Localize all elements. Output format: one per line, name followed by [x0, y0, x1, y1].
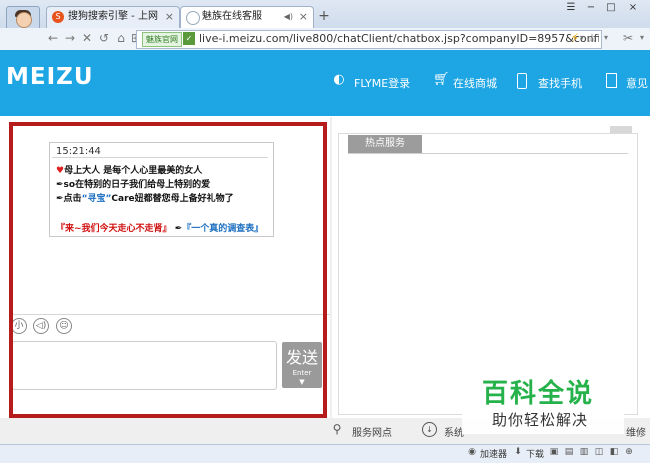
download-icon: ↓	[422, 422, 437, 437]
message-line-2: ✒so在特别的日子我们给母上特别的爱	[56, 180, 211, 190]
tab-sogou-search[interactable]: S 搜狗搜索引擎 - 上网从搜狗 ×	[46, 6, 180, 28]
secure-site-icon: ✓	[183, 32, 195, 45]
message-timestamp: 15:21:44	[56, 146, 101, 157]
heartfelt-link[interactable]: 『来~我们今天走心不走肾』	[56, 224, 172, 234]
emoji-icon[interactable]: ☺	[56, 318, 72, 334]
message-divider	[52, 157, 268, 158]
status-tool-icon-1[interactable]: ▣	[548, 446, 560, 458]
watermark-title: 百科全说	[482, 379, 595, 409]
status-tool-icon-3[interactable]: ▥	[578, 446, 590, 458]
tab-hot-services[interactable]: 热点服务	[348, 135, 422, 153]
send-button[interactable]: 发送 Enter ▼	[282, 342, 322, 388]
zoom-icon[interactable]: ⊕	[623, 446, 635, 458]
tab-meizu-chat[interactable]: 魅族在线客服 ◀) ×	[180, 6, 314, 28]
status-tool-icon-4[interactable]: ◫	[593, 446, 605, 458]
status-tool-icon-5[interactable]: ◧	[608, 446, 620, 458]
tab-close-icon[interactable]: ×	[299, 7, 308, 27]
watermark-subtitle: 助你轻松解决	[492, 411, 589, 429]
pen-icon: ✒	[56, 180, 64, 190]
send-hint: Enter	[292, 369, 312, 377]
nav-feedback[interactable]: 意见	[626, 75, 648, 91]
chat-message-input[interactable]	[12, 341, 277, 390]
meizu-logo[interactable]: MEIZU	[6, 64, 94, 90]
treasure-link[interactable]: “寻宝”	[82, 194, 112, 204]
tab-underline	[348, 153, 628, 154]
sogou-favicon-icon: S	[52, 11, 64, 23]
tools-dropdown-icon[interactable]: ▾	[634, 30, 650, 46]
footer-system[interactable]: 系统	[444, 424, 464, 439]
home-icon[interactable]: ⌂	[113, 30, 129, 46]
site-badge[interactable]: 魅族官网	[142, 32, 182, 47]
menu-icon[interactable]: ☰	[564, 2, 578, 14]
feedback-icon	[606, 73, 617, 88]
font-size-icon[interactable]: 小	[11, 318, 27, 334]
status-download[interactable]: 下载	[526, 447, 544, 460]
toolbar-divider	[10, 314, 330, 315]
footer-repair[interactable]: 维修	[626, 424, 646, 439]
reload-icon[interactable]: ↺	[96, 30, 112, 46]
message-line-1: ♥母上大人 是每个人心里最美的女人	[56, 166, 203, 176]
nav-find-phone[interactable]: 查找手机	[538, 75, 582, 91]
footer-service-outlets[interactable]: 服务网点	[352, 424, 392, 439]
survey-link[interactable]: 『一个真的调查表』	[182, 224, 263, 234]
cart-icon: 🛒︎	[433, 72, 450, 87]
tab-label: 魅族在线客服	[202, 11, 262, 22]
tab-label: 搜狗搜索引擎 - 上网从搜狗	[68, 11, 158, 22]
send-options-icon[interactable]: ▼	[282, 378, 322, 386]
new-tab-button[interactable]: +	[316, 8, 332, 24]
nav-online-store[interactable]: 在线商城	[453, 75, 497, 91]
minimize-icon[interactable]: −	[584, 2, 598, 14]
sound-icon[interactable]: ◁)	[33, 318, 49, 334]
message-line-3: ✒点击“寻宝”Care妞都替您母上备好礼物了	[56, 194, 234, 204]
forward-icon[interactable]: →	[62, 30, 78, 46]
nav-flyme-login[interactable]: FLYME登录	[354, 75, 410, 91]
maximize-icon[interactable]: □	[604, 2, 618, 14]
tab-close-icon[interactable]: ×	[165, 7, 174, 27]
page-favicon-icon	[186, 11, 200, 25]
message-line-4: 『来~我们今天走心不走肾』 ✒『一个真的调查表』	[56, 221, 263, 234]
location-icon: ⚲	[332, 422, 342, 436]
send-label: 发送	[285, 348, 318, 367]
heart-icon: ♥	[56, 166, 65, 176]
close-window-icon[interactable]: ×	[626, 2, 640, 14]
back-icon[interactable]: ←	[45, 30, 61, 46]
url-text[interactable]: live-i.meizu.com/live800/chatClient/chat…	[199, 30, 599, 48]
favorite-dropdown-icon[interactable]: ▾	[598, 30, 614, 46]
download-manager-icon: ⬇	[514, 447, 522, 457]
status-accelerator[interactable]: 加速器	[480, 447, 507, 460]
phone-icon	[517, 73, 527, 89]
accelerator-icon: ◉	[468, 447, 476, 457]
flyme-icon: ◐	[333, 72, 345, 87]
status-tool-icon-2[interactable]: ▤	[563, 446, 575, 458]
stop-icon[interactable]: ✕	[79, 30, 95, 46]
tab-audio-icon[interactable]: ◀)	[284, 7, 293, 27]
pen-icon: ✒	[56, 194, 64, 204]
